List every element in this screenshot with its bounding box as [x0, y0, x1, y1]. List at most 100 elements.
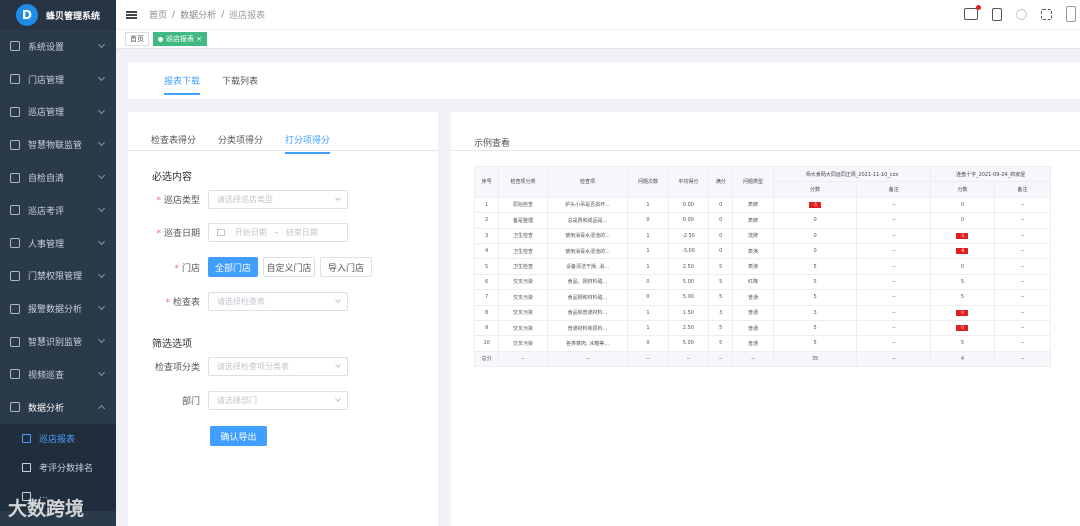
active-dot	[158, 36, 163, 42]
sidebar-item-1[interactable]: 门店管理	[0, 63, 116, 96]
search-icon[interactable]	[1016, 8, 1027, 20]
edit-icon	[10, 402, 20, 413]
table-cell: 食品刚和材料碰...	[546, 289, 629, 306]
example-title: 示例查看	[474, 139, 511, 149]
table-cell: 0	[772, 212, 858, 229]
table-cell: 0.00	[667, 212, 710, 229]
sidebar-item-5[interactable]: 巡店考评	[0, 194, 116, 227]
table-cell: 交叉污染	[498, 273, 548, 291]
table-cell: --	[856, 350, 932, 368]
dept-select[interactable]: 请选择部门	[208, 391, 348, 410]
doc-icon	[10, 303, 20, 314]
sidebar-item-11[interactable]: 数据分析	[0, 391, 116, 424]
sidebar-subitem-0[interactable]: 巡店报表	[0, 423, 116, 453]
table-cell: 4	[473, 242, 500, 260]
sidebar-item-label: 智慧识别监管	[28, 338, 83, 349]
table-cell: 1	[627, 319, 669, 337]
sidebar-item-8[interactable]: 报警数据分析	[0, 292, 116, 325]
chevron-icon	[97, 139, 106, 147]
table-cell: 5	[772, 335, 858, 352]
table-cell: 2.50	[667, 319, 710, 337]
table-cell: 4	[930, 350, 995, 368]
tab-checklist-score[interactable]: 检查表得分	[151, 133, 196, 154]
fullscreen-icon[interactable]	[1041, 8, 1052, 20]
table-cell: 0	[627, 289, 669, 306]
store-label: * 门店	[174, 263, 200, 274]
tab-report-download[interactable]: 报表下载	[164, 74, 201, 95]
calendar-icon	[217, 229, 225, 236]
red-score-badge: -5	[809, 201, 822, 208]
store-type-select[interactable]: 请选择巡店类型	[208, 190, 348, 209]
table-cell: 5	[708, 258, 734, 275]
table-cell: 总是费和成品是...	[546, 212, 629, 229]
table-cell: 5	[930, 335, 995, 352]
sidebar-item-label: 视频巡查	[28, 370, 65, 381]
avatar[interactable]	[1066, 6, 1076, 22]
table-cell: -6	[930, 242, 995, 260]
tab-download-list[interactable]: 下载列表	[222, 74, 258, 95]
table-cell: --	[993, 335, 1052, 352]
table-cell: 普通	[732, 304, 774, 321]
sidebar-item-3[interactable]: 智慧物联监管	[0, 128, 116, 161]
sidebar-item-0[interactable]: 系统设置	[0, 30, 116, 63]
table-cell: 1	[473, 196, 500, 214]
hamburger-icon[interactable]	[126, 10, 137, 19]
sidebar-item-7[interactable]: 门禁权限管理	[0, 260, 116, 293]
gear-icon	[10, 139, 20, 150]
sidebar-item-6[interactable]: 人事管理	[0, 227, 116, 260]
th-score: 分数	[772, 181, 858, 198]
table-cell: 交叉污染	[498, 289, 548, 306]
tab-item-score[interactable]: 打分项得分	[285, 133, 331, 154]
table-row: 8 交叉污染 食品和普通材料... 1 1.50 3 普通 3 -- 0 --	[473, 304, 1052, 321]
import-stores-button[interactable]: 导入门店	[320, 257, 372, 277]
date-range-picker[interactable]: 开始日期 - 结束日期	[208, 223, 348, 242]
table-cell: --	[856, 289, 932, 306]
sidebar-subitem-label: 巡店报表	[39, 434, 76, 445]
table-cell: 使用消毒水浸泡的...	[546, 227, 629, 244]
title-divider	[451, 150, 1080, 151]
table-cell: 0	[772, 227, 858, 244]
sidebar-item-9[interactable]: 智慧识别监管	[0, 325, 116, 358]
sidebar-item-label: 系统设置	[28, 42, 65, 53]
chevron-icon	[97, 368, 106, 377]
confirm-export-button[interactable]: 确认导出	[210, 426, 267, 446]
chevron-down-icon	[335, 297, 341, 303]
tab-category-score[interactable]: 分类项得分	[218, 133, 263, 154]
report-icon	[22, 433, 31, 443]
table-cell: --	[993, 212, 1052, 229]
store-type-label: * 巡店类型	[156, 196, 200, 206]
table-cell: --	[856, 227, 932, 244]
document-icon[interactable]	[992, 7, 1002, 21]
tag-label: 巡店报表	[166, 35, 194, 43]
table-cell: 6	[473, 273, 500, 291]
sidebar-subitem-1[interactable]: 考评分数排名	[0, 452, 116, 482]
checklist-select[interactable]: 请选择检查表	[208, 292, 348, 311]
table-cell: --	[993, 350, 1052, 368]
sidebar-subitem-label: 考评分数排名	[39, 463, 94, 474]
close-icon[interactable]: ×	[196, 35, 202, 43]
breadcrumb-analysis[interactable]: 数据分析	[180, 8, 216, 21]
sidebar-item-2[interactable]: 巡店管理	[0, 96, 116, 129]
table-cell: 食品和普通材料...	[546, 304, 629, 321]
breadcrumb-home[interactable]: 首页	[149, 8, 167, 21]
list-icon	[10, 205, 20, 216]
sidebar-item-label: 门禁权限管理	[28, 272, 83, 283]
chevron-icon	[97, 404, 106, 412]
custom-stores-button[interactable]: 自定义门店	[263, 257, 315, 277]
chevron-icon	[97, 106, 106, 114]
table-cell: 卫生检查	[498, 227, 548, 244]
table-cell: 5.00	[667, 273, 710, 291]
tag-patrol-report[interactable]: 巡店报表 ×	[153, 32, 208, 46]
sidebar-item-4[interactable]: 自检自清	[0, 161, 116, 194]
table-cell: --	[856, 196, 932, 214]
th-group1: 师大食网大同运同正周_2021-11-10_czx	[772, 165, 932, 183]
tag-home[interactable]: 首页	[125, 32, 149, 46]
table-cell: 5	[708, 319, 734, 337]
category-select[interactable]: 请选择检查项分类表	[208, 357, 348, 376]
sidebar-item-10[interactable]: 视频巡查	[0, 358, 116, 391]
all-stores-button[interactable]: 全部门店	[208, 257, 258, 277]
th-item: 检查项	[546, 166, 629, 198]
table-cell: --	[856, 273, 932, 291]
sidebar-item-label: 报警数据分析	[28, 305, 83, 316]
mail-icon[interactable]	[964, 5, 981, 20]
